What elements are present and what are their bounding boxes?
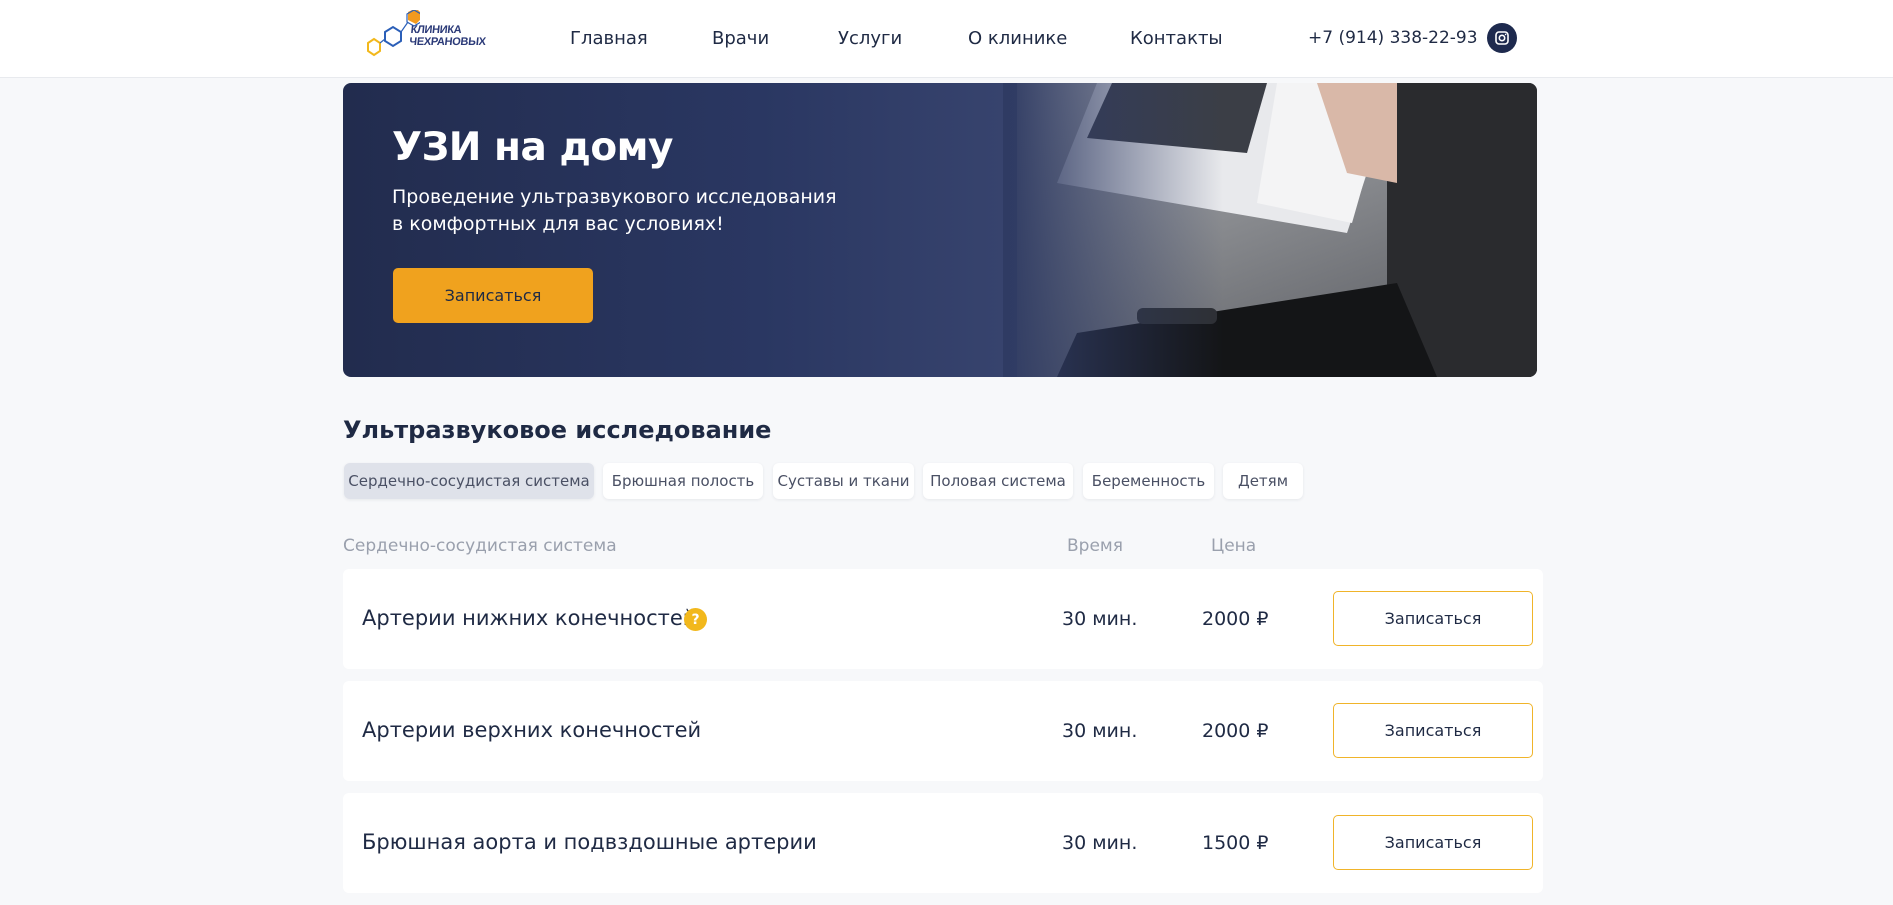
signup-button[interactable]: Записаться <box>1333 815 1533 870</box>
tab-abdominal[interactable]: Брюшная полость <box>603 463 763 499</box>
tab-reproductive[interactable]: Половая система <box>923 463 1073 499</box>
hero-subtitle-line-2: в комфортных для вас условиях! <box>392 213 724 235</box>
nav-item-doctors[interactable]: Врачи <box>712 28 769 49</box>
hero-signup-button[interactable]: Записаться <box>393 268 593 323</box>
service-time: 30 мин. <box>1062 720 1138 742</box>
service-price: 2000 ₽ <box>1202 720 1269 742</box>
hero-banner: УЗИ на дому Проведение ультразвукового и… <box>343 83 1537 377</box>
service-name: Артерии верхних конечностей <box>362 718 702 742</box>
tab-joints[interactable]: Суставы и ткани <box>773 463 914 499</box>
service-time: 30 мин. <box>1062 832 1138 854</box>
nav-item-services[interactable]: Услуги <box>838 28 902 49</box>
instagram-icon[interactable] <box>1487 23 1517 53</box>
table-row: Артерии верхних конечностей 30 мин. 2000… <box>343 681 1543 781</box>
nav-item-about[interactable]: О клинике <box>968 28 1067 49</box>
nav-item-contacts[interactable]: Контакты <box>1130 28 1223 49</box>
category-tabs: Сердечно-сосудистая система Брюшная поло… <box>343 463 1343 499</box>
column-header-name: Сердечно-сосудистая система <box>343 536 617 556</box>
service-name: Артерии нижних конечностей <box>362 606 697 630</box>
logo-line-2: ЧЕХРАНОВЫХ <box>408 36 487 48</box>
table-row: Брюшная аорта и подвздошные артерии 30 м… <box>343 793 1543 893</box>
tab-pregnancy[interactable]: Беременность <box>1083 463 1214 499</box>
tab-cardiovascular[interactable]: Сердечно-сосудистая система <box>344 463 594 499</box>
nav-item-home[interactable]: Главная <box>570 28 648 49</box>
column-header-time: Время <box>1067 536 1123 556</box>
service-name: Брюшная аорта и подвздошные артерии <box>362 830 817 854</box>
logo-text: КЛИНИКА ЧЕХРАНОВЫХ <box>409 24 488 48</box>
section-title: Ультразвуковое исследование <box>343 416 772 444</box>
service-price: 2000 ₽ <box>1202 608 1269 630</box>
service-price: 1500 ₽ <box>1202 832 1269 854</box>
service-time: 30 мин. <box>1062 608 1138 630</box>
table-row: Артерии нижних конечностей ? 30 мин. 200… <box>343 569 1543 669</box>
hero-subtitle: Проведение ультразвукового исследования … <box>392 184 872 238</box>
hero-fade-overlay <box>1003 83 1223 377</box>
hero-title: УЗИ на дому <box>392 125 673 170</box>
signup-button[interactable]: Записаться <box>1333 703 1533 758</box>
phone-number[interactable]: +7 (914) 338-22-93 <box>1308 28 1478 48</box>
signup-button[interactable]: Записаться <box>1333 591 1533 646</box>
column-header-price: Цена <box>1211 536 1257 556</box>
help-icon[interactable]: ? <box>684 608 707 631</box>
tab-children[interactable]: Детям <box>1223 463 1303 499</box>
hero-subtitle-line-1: Проведение ультразвукового исследования <box>392 186 837 208</box>
logo-line-1: КЛИНИКА <box>410 24 463 36</box>
clinic-logo[interactable]: КЛИНИКА ЧЕХРАНОВЫХ <box>360 10 486 62</box>
site-header: КЛИНИКА ЧЕХРАНОВЫХ Главная Врачи Услуги … <box>0 0 1893 78</box>
